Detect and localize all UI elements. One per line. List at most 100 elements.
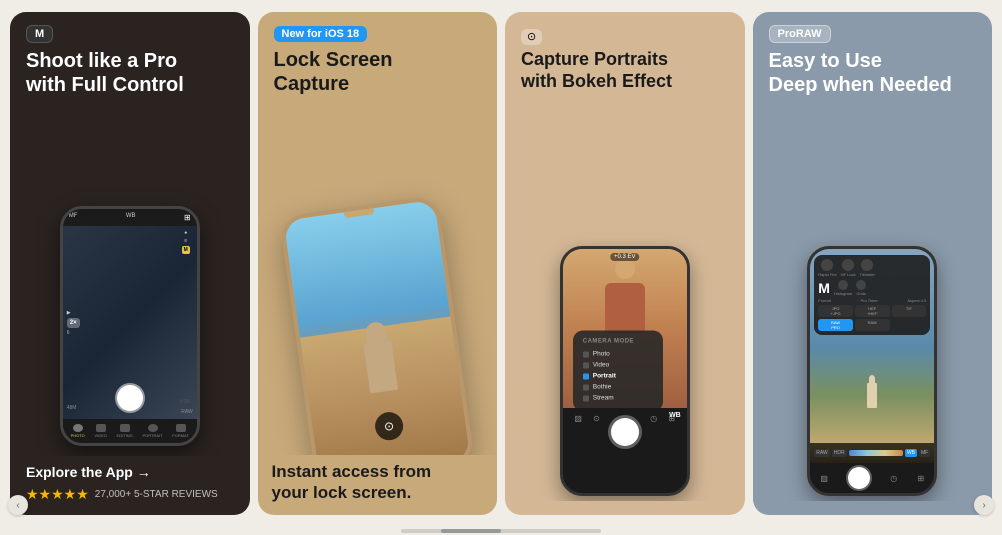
card-1-phone-scene: MF WB ⊞ ● ≡ M ▶ 2× xyxy=(10,103,250,456)
mode-format[interactable]: FORMAT xyxy=(172,424,189,438)
next-arrow[interactable]: › xyxy=(974,495,994,515)
cam-setting-2: ≡ xyxy=(184,238,187,244)
mode-editing[interactable]: EDITING xyxy=(117,424,133,438)
card-4-header: ProRAW Easy to Use Deep when Needed xyxy=(753,12,993,103)
popup-photo[interactable]: Photo xyxy=(583,349,653,360)
raw-strip-label: RAW xyxy=(814,449,829,457)
gallery-icon: ▨ xyxy=(574,414,582,446)
cam-preview: ● ≡ M ▶ 2× 6 48M HDR RAW xyxy=(63,226,197,419)
manual-m-label: M xyxy=(818,280,830,296)
pro-timer-label: Pro Timer xyxy=(860,298,877,303)
cam-left-col: ▶ 2× 6 xyxy=(67,310,80,336)
card-2-phone-scene: ⊙ xyxy=(258,102,498,455)
ev-indicator: +0.3 EV xyxy=(610,253,640,261)
wb-top-label: WB xyxy=(126,213,136,222)
hdr-label: HDR xyxy=(180,399,191,405)
popup-stream[interactable]: Stream xyxy=(583,393,653,404)
card-1-footer: Explore the App → ★★★★★ 27,000+ 5-STAR R… xyxy=(10,456,250,515)
card-1-title: Shoot like a Pro with Full Control xyxy=(26,49,234,97)
bothie-dot xyxy=(583,384,589,390)
card-3-phone-scene: +0.3 EV Camera Mode Photo Video xyxy=(505,98,745,501)
editing-icon xyxy=(120,424,130,432)
person-head-el xyxy=(615,259,635,279)
wb-strip-badge: WB xyxy=(905,449,917,457)
raw-alt-format[interactable]: RAW xyxy=(855,319,890,331)
card-4-badge: ProRAW xyxy=(769,25,831,43)
tillmeter-icon: Tillmeter xyxy=(860,259,875,277)
proraw-top-row: Rapid Fire NF Lock Tillmeter xyxy=(818,259,926,277)
mf-label: MF xyxy=(69,213,78,222)
scroll-track[interactable] xyxy=(401,529,601,533)
card-1: M Shoot like a Pro with Full Control MF … xyxy=(10,12,250,515)
phone-4-mockup: Rapid Fire NF Lock Tillmeter xyxy=(807,246,937,496)
card-4-footer xyxy=(753,501,993,515)
shutter-button-4[interactable] xyxy=(848,467,870,489)
stars-row: ★★★★★ 27,000+ 5-STAR REVIEWS xyxy=(26,486,234,503)
color-strip xyxy=(849,450,903,456)
camera-mode-popup: Camera Mode Photo Video Portrait xyxy=(573,331,663,412)
explore-link[interactable]: Explore the App → xyxy=(26,464,234,480)
aspect-label: Aspect 4:3 xyxy=(907,298,926,303)
phone-1-screen: MF WB ⊞ ● ≡ M ▶ 2× xyxy=(63,209,197,443)
video-dot xyxy=(583,362,589,368)
mode-portrait[interactable]: PORTRAIT xyxy=(142,424,162,438)
card-1-badge: M xyxy=(26,25,53,43)
prev-arrow[interactable]: ‹ xyxy=(8,495,28,515)
card-4-phone-scene: Rapid Fire NF Lock Tillmeter xyxy=(753,103,993,501)
card-2-subtitle: Instant access from your lock screen. xyxy=(272,461,484,504)
card-2: New for iOS 18 Lock Screen Capture ⊙ xyxy=(258,12,498,515)
phone-2-screen: ⊙ xyxy=(284,199,471,454)
proraw-panel: Rapid Fire NF Lock Tillmeter xyxy=(814,255,930,335)
format-label-el: Format xyxy=(818,298,831,303)
histogram-icon: Histogram xyxy=(834,280,852,296)
popup-bothie[interactable]: Bothie xyxy=(583,382,653,393)
mode-video[interactable]: VIDEO xyxy=(94,424,106,438)
heif-format[interactable]: HEF+HEF xyxy=(855,305,890,317)
card-3: ⊙ Capture Portraits with Bokeh Effect +0… xyxy=(505,12,745,515)
phone-1-mockup: MF WB ⊞ ● ≡ M ▶ 2× xyxy=(60,206,200,446)
cam-bottom-bar: PHOTO VIDEO EDITING xyxy=(63,419,197,443)
histogram-grids: Histogram xyxy=(834,280,852,296)
zoom-2x: 2× xyxy=(67,318,80,328)
popup-portrait[interactable]: Portrait xyxy=(583,371,653,382)
shutter-button-1[interactable] xyxy=(117,385,143,411)
popup-video[interactable]: Video xyxy=(583,360,653,371)
grid-icon-4: ⊞ xyxy=(917,474,924,483)
cards-container: M Shoot like a Pro with Full Control MF … xyxy=(0,0,1002,527)
card-3-header: ⊙ Capture Portraits with Bokeh Effect xyxy=(505,12,745,98)
jpg-format[interactable]: JPG+JPG xyxy=(818,305,853,317)
tower-dome xyxy=(365,321,388,344)
raw-label: ▶ xyxy=(67,310,80,316)
video-icon xyxy=(96,424,106,432)
raw-format[interactable]: RAWPRO xyxy=(818,319,853,331)
card-4: ProRAW Easy to Use Deep when Needed xyxy=(753,12,993,515)
card-2-header: New for iOS 18 Lock Screen Capture xyxy=(258,12,498,102)
phone-3-screen: +0.3 EV Camera Mode Photo Video xyxy=(563,249,687,493)
photo-label: PHOTO xyxy=(71,433,85,438)
bottom-strip: RAW HDR WB MF xyxy=(810,443,934,463)
gallery-icon-4: ▨ xyxy=(820,474,828,483)
bottom-icons-row: ▨ ⊙ ◷ ⊞ xyxy=(567,412,683,448)
lh-top-el xyxy=(869,375,875,383)
shutter-button-3[interactable] xyxy=(611,418,639,446)
proraw-mid-row: M Histogram Grids xyxy=(818,280,926,296)
phone-3-bottom: WB ▨ ⊙ ◷ ⊞ xyxy=(563,408,687,493)
star-rating: ★★★★★ xyxy=(26,486,89,503)
hdr-strip-label: HDR xyxy=(832,449,847,457)
card-1-header: M Shoot like a Pro with Full Control xyxy=(10,12,250,103)
cam-settings-col: ● ≡ M xyxy=(179,230,193,415)
format-icon xyxy=(176,424,186,432)
card-4-title: Easy to Use Deep when Needed xyxy=(769,49,977,97)
rapid-fire-icon: Rapid Fire xyxy=(818,259,836,277)
mode-photo[interactable]: PHOTO xyxy=(71,424,85,438)
phone-2-mockup: ⊙ xyxy=(279,195,475,455)
reviews-count: 27,000+ 5-STAR REVIEWS xyxy=(95,489,218,500)
phone-4-screen: Rapid Fire NF Lock Tillmeter xyxy=(810,249,934,493)
card-2-badge: New for iOS 18 xyxy=(274,26,368,42)
editing-label: EDITING xyxy=(117,433,133,438)
scroll-thumb[interactable] xyxy=(441,529,501,533)
phone-4-bottom-bar: ▨ ◷ ⊞ xyxy=(810,463,934,493)
popup-title: Camera Mode xyxy=(583,339,653,345)
grids-icon: Grids xyxy=(856,280,866,296)
tif-format[interactable]: TIF xyxy=(892,305,927,317)
